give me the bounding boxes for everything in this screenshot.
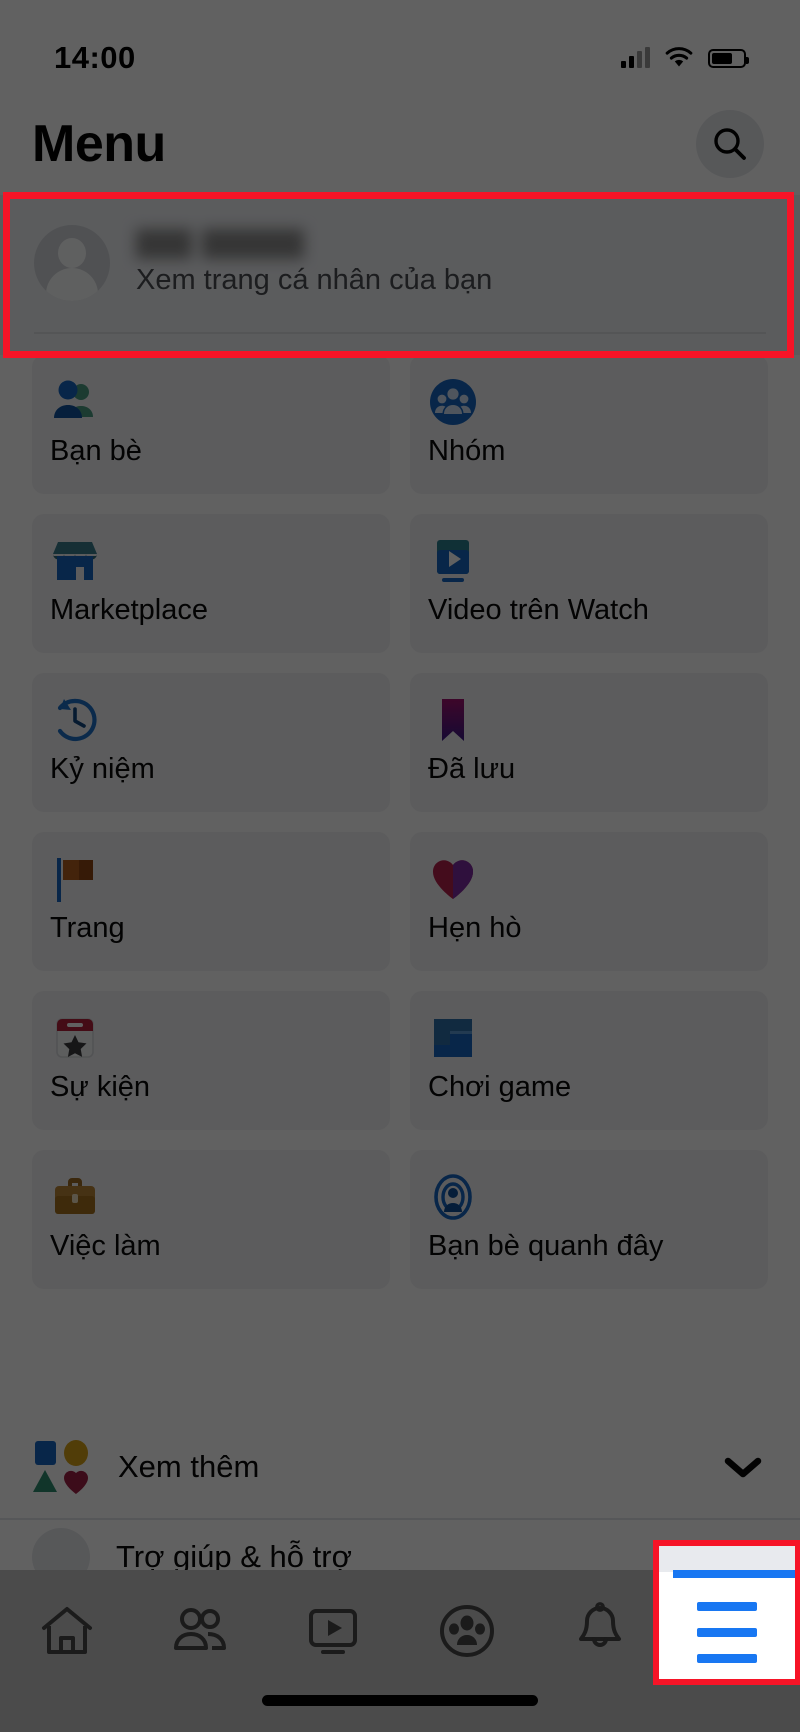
status-indicators [621,47,749,69]
avatar-placeholder-icon [34,225,110,301]
search-icon [714,127,746,160]
profile-card[interactable]: Xem trang cá nhân của bạn [0,195,800,355]
profile-divider [34,332,766,334]
shortcut-tile-marketplace[interactable]: Marketplace [32,514,390,653]
shapes-cluster-icon [33,1440,89,1494]
dating-heart-icon [432,860,474,899]
nav-item-watch[interactable] [274,1588,392,1674]
shortcut-tile-memories[interactable]: Kỷ niệm [32,673,390,812]
shortcut-label: Bạn bè quanh đây [428,1230,664,1262]
see-more-row[interactable]: Xem thêm [0,1416,800,1520]
shortcuts-grid: Bạn bè Nhóm Marketplace Video trên Watch… [0,355,800,1289]
events-calendar-icon [56,1018,94,1058]
nav-item-friends[interactable] [141,1588,259,1674]
shortcut-tile-nearby-friends[interactable]: Bạn bè quanh đây [410,1150,768,1289]
memories-clock-icon [57,698,97,742]
jobs-briefcase-icon [55,1178,95,1214]
title-bar: Menu [0,92,800,195]
profile-subtitle: Xem trang cá nhân của bạn [136,264,493,296]
gaming-icon [434,1019,472,1057]
pages-flag-icon [57,858,93,902]
status-bar: 14:00 [0,0,800,92]
see-more-label: Xem thêm [118,1449,260,1484]
menu-tab-active-indicator [673,1570,795,1578]
home-icon [41,1607,92,1654]
profile-row[interactable]: Xem trang cá nhân của bạn [0,195,800,313]
hamburger-menu-icon[interactable] [697,1602,757,1663]
chevron-down-icon[interactable] [724,1455,762,1479]
watch-play-icon [309,1609,358,1654]
shortcut-tile-watch[interactable]: Video trên Watch [410,514,768,653]
nav-item-notifications[interactable] [541,1588,659,1674]
shortcut-tile-pages[interactable]: Trang [32,832,390,971]
groups-icon [430,379,476,425]
nav-item-home[interactable] [8,1588,126,1674]
nearby-friends-icon [434,1174,472,1220]
search-button[interactable] [696,109,764,178]
profile-texts: Xem trang cá nhân của bạn [136,229,492,297]
bell-icon [578,1602,621,1647]
menu-tab-top-strip [659,1546,795,1572]
page-title: Menu [32,114,166,173]
shortcut-label: Đã lưu [428,753,516,785]
profile-name [136,229,304,259]
friends-icon [54,380,93,418]
shortcut-tile-events[interactable]: Sự kiện [32,991,390,1130]
wifi-icon [665,47,693,67]
shortcut-tile-groups[interactable]: Nhóm [410,355,768,494]
shortcut-label: Chơi game [428,1071,572,1103]
shortcut-label: Marketplace [50,594,208,626]
shortcut-tile-jobs[interactable]: Việc làm [32,1150,390,1289]
shortcut-label: Sự kiện [50,1071,151,1103]
shortcut-label: Hẹn hò [428,912,522,944]
shortcut-label: Nhóm [428,435,506,467]
shortcut-tile-gaming[interactable]: Chơi game [410,991,768,1130]
shortcut-label: Trang [50,912,125,944]
marketplace-icon [53,542,97,580]
app-content: 14:00 Menu Xem trang cá nhân của bạn Bạn… [0,0,800,1732]
shortcut-tile-dating[interactable]: Hẹn hò [410,832,768,971]
phone-screen: 14:00 Menu Xem trang cá nhân của bạn Bạn… [0,0,800,1732]
groups-outline-icon [439,1605,494,1657]
cellular-signal-icon [621,47,650,68]
status-time: 14:00 [54,40,136,75]
shortcut-label: Kỷ niệm [50,753,155,785]
shortcut-tile-friends[interactable]: Bạn bè [32,355,390,494]
nav-item-groups[interactable] [408,1588,526,1674]
menu-tab-highlight[interactable] [653,1540,800,1685]
shortcut-label: Bạn bè [50,435,142,467]
home-indicator [262,1695,538,1706]
battery-icon [708,48,749,68]
shortcut-label: Việc làm [50,1230,161,1262]
watch-video-icon [437,540,469,582]
shortcut-tile-saved[interactable]: Đã lưu [410,673,768,812]
friends-outline-icon [173,1608,226,1650]
saved-bookmark-icon [442,699,464,741]
shortcut-label: Video trên Watch [428,594,649,626]
